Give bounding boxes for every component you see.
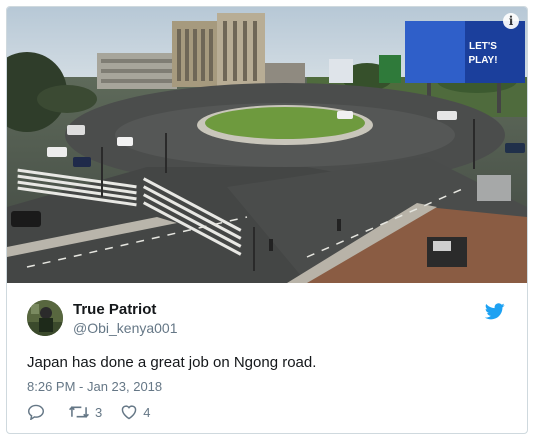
like-button[interactable]: 4: [120, 404, 150, 420]
info-icon[interactable]: i: [503, 13, 519, 29]
heart-icon: [121, 405, 137, 420]
user-info[interactable]: True Patriot @Obi_kenya001: [73, 301, 178, 337]
display-name[interactable]: True Patriot: [73, 301, 178, 319]
like-count: 4: [143, 404, 151, 420]
tweet-text: Japan has done a great job on Ngong road…: [27, 354, 317, 371]
billboard-line1: LET'S: [469, 41, 497, 52]
tweet-body: True Patriot @Obi_kenya001 Japan has don…: [7, 283, 527, 433]
tweet-timestamp[interactable]: 8:26 PM - Jan 23, 2018: [27, 379, 162, 394]
avatar-image: [27, 300, 63, 336]
avatar[interactable]: [27, 300, 63, 336]
retweet-button[interactable]: 3: [68, 404, 102, 420]
user-handle[interactable]: @Obi_kenya001: [73, 319, 178, 337]
tweet-photo[interactable]: LET'S PLAY! i: [7, 7, 527, 283]
retweet-count: 3: [95, 404, 103, 420]
reply-icon: [27, 404, 45, 420]
roundabout-photo: LET'S PLAY!: [7, 7, 527, 283]
twitter-bird-icon[interactable]: [484, 303, 505, 320]
billboard-line2: PLAY!: [468, 55, 497, 66]
reply-button[interactable]: [27, 404, 50, 420]
retweet-icon: [69, 406, 89, 418]
tweet-actions: 3 4: [27, 404, 168, 420]
tweet-card[interactable]: LET'S PLAY! i True Patriot @Obi_kenya001…: [6, 6, 528, 434]
